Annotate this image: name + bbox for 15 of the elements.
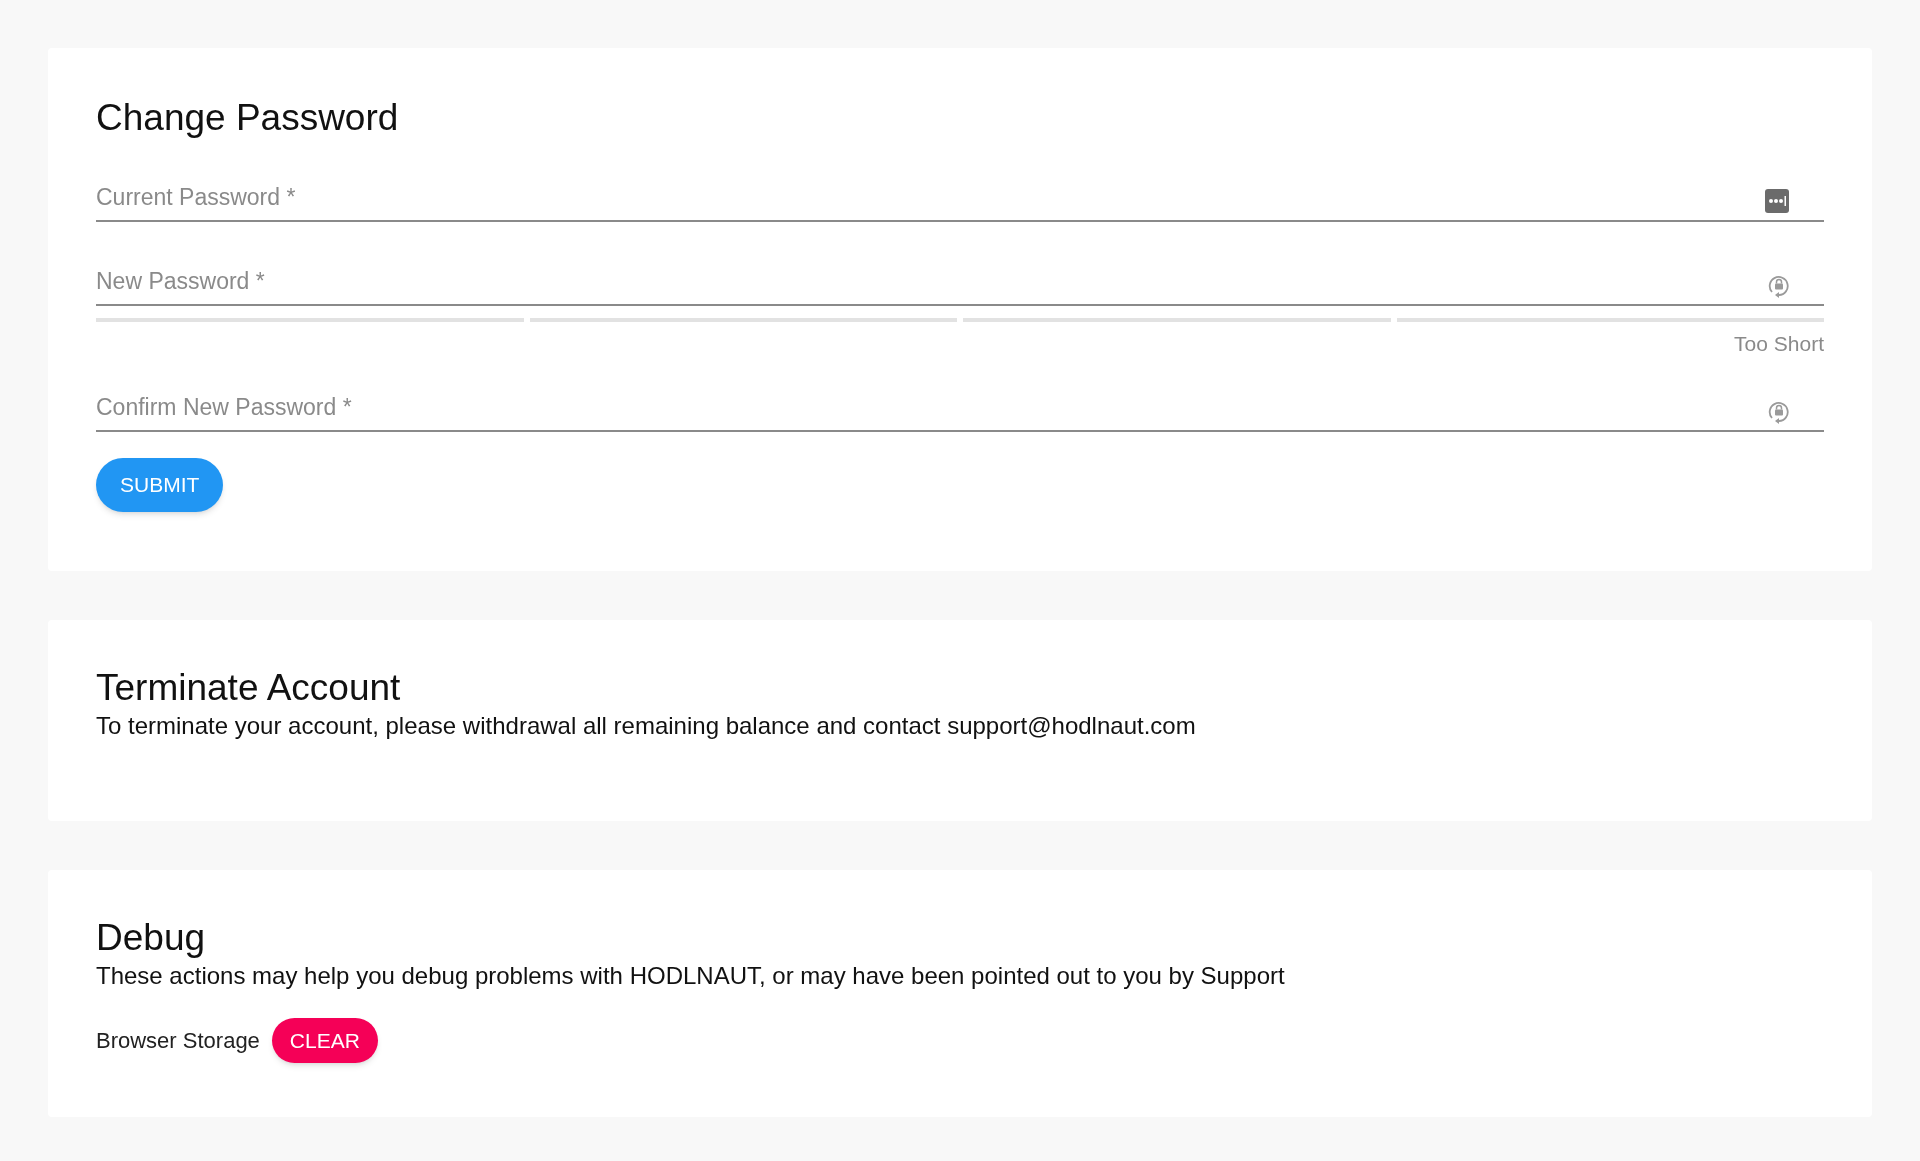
- section-title: Change Password: [96, 96, 400, 140]
- description-text: These actions may help you debug problems with HODLNAUT, or may have been pointed out to you by Support: [96, 961, 1286, 991]
- password-field[interactable]: Current Password *: [96, 162, 1824, 222]
- password-dots-icon[interactable]: [1764, 188, 1790, 214]
- lock-refresh-icon[interactable]: [1768, 399, 1790, 424]
- lock-refresh-icon[interactable]: [1768, 274, 1790, 298]
- password-field[interactable]: Confirm New Password *: [96, 371, 1824, 432]
- strength-label: Too Short: [1734, 331, 1824, 357]
- clear-button[interactable]: CLEAR: [271, 1018, 378, 1063]
- section-title: Terminate Account: [96, 666, 402, 710]
- section-title: Debug: [96, 916, 207, 960]
- submit-button[interactable]: SUBMIT: [96, 457, 224, 512]
- password-field[interactable]: New Password *: [96, 246, 1824, 306]
- action-label: Browser Storage: [96, 1027, 260, 1055]
- description-text: To terminate your account, please withdrawal all remaining balance and contact support@hodlnaut.com: [96, 711, 1197, 741]
